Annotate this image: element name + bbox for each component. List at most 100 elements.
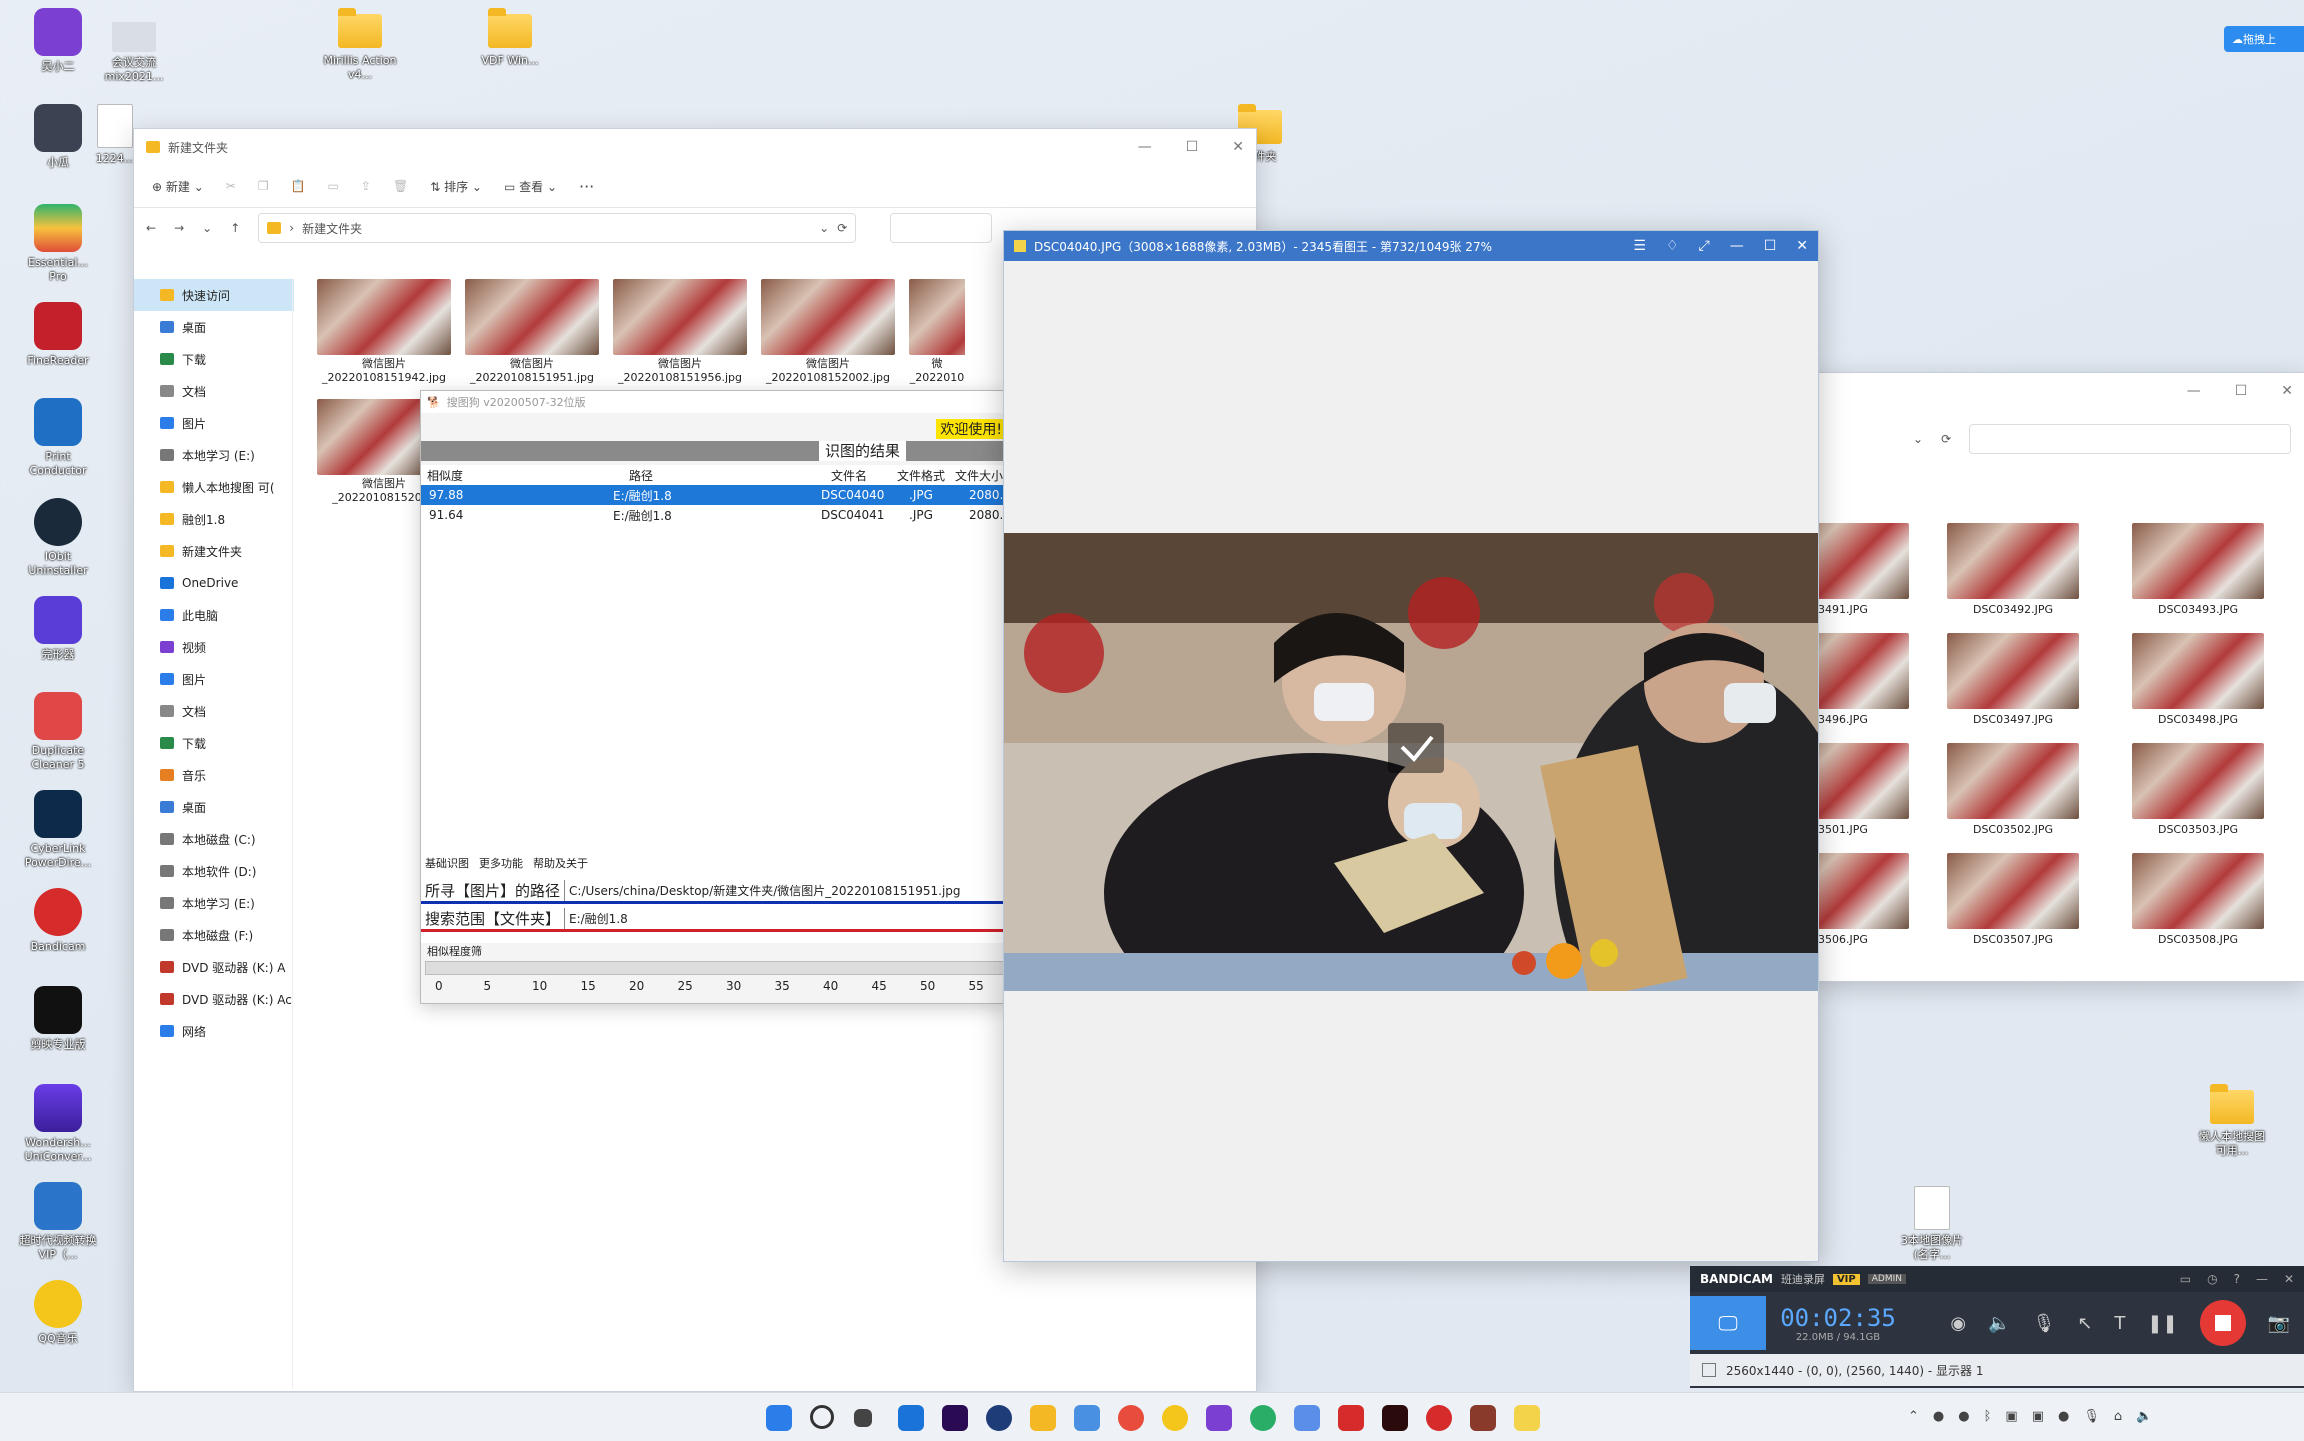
stop-record-button[interactable] xyxy=(2199,1300,2246,1346)
menu-more[interactable]: 更多功能 xyxy=(479,855,523,871)
photo-image[interactable] xyxy=(1004,533,1818,991)
mic-icon[interactable]: 🎙 xyxy=(2032,1313,2055,1334)
desktop-icon-video-converter[interactable]: 超时代视频转换VIP（... xyxy=(18,1182,98,1262)
menu-basic[interactable]: 基础识图 xyxy=(425,855,469,871)
desktop-icon-lazy-search[interactable]: 懒人本地搜图 可用... xyxy=(2192,1084,2272,1158)
help-icon[interactable]: ? xyxy=(2234,1272,2240,1286)
more-button[interactable]: ··· xyxy=(579,177,594,196)
desktop-icon-finereader[interactable]: FineReader xyxy=(18,302,98,368)
webcam-icon[interactable]: ◉ xyxy=(1950,1313,1966,1334)
explorer-icon[interactable] xyxy=(1030,1405,1056,1431)
bluetooth-icon[interactable]: ᛒ xyxy=(1984,1409,1992,1424)
file-item[interactable]: 微信图片 _20220108152002.jpg xyxy=(761,279,895,384)
column-header[interactable]: 文件名 xyxy=(831,467,867,484)
rename-icon[interactable]: ▭ xyxy=(328,179,339,193)
desktop-icon-wanxing[interactable]: 完形器 xyxy=(18,596,98,662)
nav-item[interactable]: 本地磁盘 (F:) xyxy=(134,919,294,951)
maximize-icon[interactable]: ☐ xyxy=(1186,139,1199,155)
skin-icon[interactable]: ♢ xyxy=(1666,238,1679,254)
taskview-icon[interactable] xyxy=(854,1409,872,1427)
file-item[interactable]: DSC03502.JPG xyxy=(1943,743,2083,836)
table-row[interactable]: 97.88 E:/融创1.8 DSC04040 .JPG 2080.0 xyxy=(421,485,1011,505)
cursor-icon[interactable]: ↖ xyxy=(2077,1313,2092,1334)
address-bar[interactable]: › 新建文件夹 ⌄ ⟳ xyxy=(258,213,857,243)
nav-item[interactable]: 融创1.8 xyxy=(134,503,294,535)
desktop-icon-duplicate-cleaner[interactable]: Duplicate Cleaner 5 xyxy=(18,692,98,772)
nav-item[interactable]: DVD 驱动器 (K:) A xyxy=(134,951,294,983)
nav-item[interactable]: 快速访问 xyxy=(134,279,294,311)
menu-help[interactable]: 帮助及关于 xyxy=(533,855,588,871)
nav-item[interactable]: 懒人本地搜图 可( xyxy=(134,471,294,503)
share-icon[interactable]: ⇪ xyxy=(361,179,371,193)
checkbox[interactable] xyxy=(1702,1363,1716,1377)
desktop-icon-jianying[interactable]: 剪映专业版 xyxy=(18,986,98,1052)
nav-item[interactable]: 文档 xyxy=(134,695,294,727)
minimize-icon[interactable]: — xyxy=(1730,238,1744,254)
file-item[interactable]: 微 _2022010 xyxy=(909,279,965,384)
desktop-icon-mirillis[interactable]: Mirillis Action v4... xyxy=(320,8,400,82)
view-button[interactable]: ▭ 查看 ⌄ xyxy=(504,178,557,195)
new-button[interactable]: ⊕ 新建 ⌄ xyxy=(152,178,204,195)
maximize-icon[interactable]: ☐ xyxy=(2235,383,2248,399)
chrome-icon[interactable] xyxy=(1118,1405,1144,1431)
tray-icon[interactable]: ● xyxy=(2058,1409,2069,1424)
desktop-icon-vdf[interactable]: VDF Win... xyxy=(470,8,550,68)
minimize-icon[interactable]: — xyxy=(1138,139,1152,155)
back-icon[interactable]: ← xyxy=(146,221,156,235)
camera-icon[interactable]: 📷 xyxy=(2268,1313,2290,1334)
clock-icon[interactable]: ◷ xyxy=(2207,1272,2217,1286)
up-icon[interactable]: ↑ xyxy=(230,221,240,235)
close-icon[interactable]: ✕ xyxy=(2284,1272,2294,1286)
nav-item[interactable]: 文档 xyxy=(134,375,294,407)
folder-icon[interactable]: ▭ xyxy=(2180,1272,2191,1286)
column-header[interactable]: 文件格式 xyxy=(897,467,945,484)
desktop-icon-iobit[interactable]: IObit Uninstaller xyxy=(18,498,98,578)
volume-icon[interactable]: 🔈 xyxy=(2136,1409,2152,1424)
screen-mode-button[interactable]: 🖵 xyxy=(1690,1296,1766,1350)
nav-item[interactable]: 桌面 xyxy=(134,791,294,823)
file-item[interactable]: DSC03497.JPG xyxy=(1943,633,2083,726)
text-icon[interactable]: T xyxy=(2114,1313,2125,1334)
nav-item[interactable]: 图片 xyxy=(134,663,294,695)
search-icon[interactable] xyxy=(810,1405,834,1429)
start-icon[interactable] xyxy=(766,1405,792,1431)
viewer-icon[interactable] xyxy=(1514,1405,1540,1431)
nav-item[interactable]: 本地磁盘 (C:) xyxy=(134,823,294,855)
desktop-icon-video[interactable]: 会议交流mix2021... xyxy=(94,22,174,84)
fullscreen-icon[interactable]: ⤢ xyxy=(1699,238,1710,254)
widgets-icon[interactable] xyxy=(898,1405,924,1431)
maximize-icon[interactable]: ☐ xyxy=(1764,238,1777,254)
nav-item[interactable]: OneDrive xyxy=(134,567,294,599)
desktop-icon-wuxiaoer[interactable]: 吴小二 xyxy=(18,8,98,74)
image-path-field[interactable]: C:/Users/china/Desktop/新建文件夹/微信图片_202201… xyxy=(565,882,961,899)
app-icon[interactable] xyxy=(1206,1405,1232,1431)
tray-icon[interactable]: ● xyxy=(1958,1409,1969,1424)
close-icon[interactable]: ✕ xyxy=(2281,383,2293,399)
forward-icon[interactable]: → xyxy=(174,221,184,235)
refresh-icon[interactable]: ⟳ xyxy=(1941,432,1951,446)
search-input[interactable] xyxy=(890,213,993,243)
minimize-icon[interactable]: — xyxy=(2187,383,2201,399)
mic-icon[interactable]: 🎙 xyxy=(2083,1409,2100,1424)
column-header[interactable]: 相似度 xyxy=(427,467,463,484)
file-item[interactable]: DSC03493.JPG xyxy=(2128,523,2268,616)
desktop-icon-uniconverter[interactable]: Wondersh... UniConver... xyxy=(18,1084,98,1164)
similarity-slider[interactable] xyxy=(425,961,1005,975)
search-input[interactable] xyxy=(1969,424,2292,454)
desktop-icon-local-image[interactable]: 3本地图像片 (名字... xyxy=(1892,1186,1972,1262)
app-icon[interactable] xyxy=(1074,1405,1100,1431)
desktop-icon-bandicam[interactable]: Bandicam xyxy=(18,888,98,954)
close-icon[interactable]: ✕ xyxy=(1796,238,1808,254)
nav-item[interactable]: DVD 驱动器 (K:) Ac xyxy=(134,983,294,1015)
app-icon[interactable] xyxy=(986,1405,1012,1431)
file-item[interactable]: DSC03508.JPG xyxy=(2128,853,2268,946)
delete-icon[interactable]: 🗑 xyxy=(393,179,408,193)
table-row[interactable]: 91.64 E:/融创1.8 DSC04041 .JPG 2080.0 xyxy=(421,505,1011,525)
network-icon[interactable]: ⌂ xyxy=(2114,1409,2122,1424)
tray-icon[interactable]: ● xyxy=(1933,1409,1944,1424)
chevron-down-icon[interactable]: ⌄ xyxy=(202,221,212,235)
nav-item[interactable]: 网络 xyxy=(134,1015,294,1047)
baidu-netdisk-float[interactable]: ☁ 拖拽上 xyxy=(2224,26,2304,52)
file-item[interactable]: 微信图片 _20220108151956.jpg xyxy=(613,279,747,384)
nav-item[interactable]: 下载 xyxy=(134,727,294,759)
